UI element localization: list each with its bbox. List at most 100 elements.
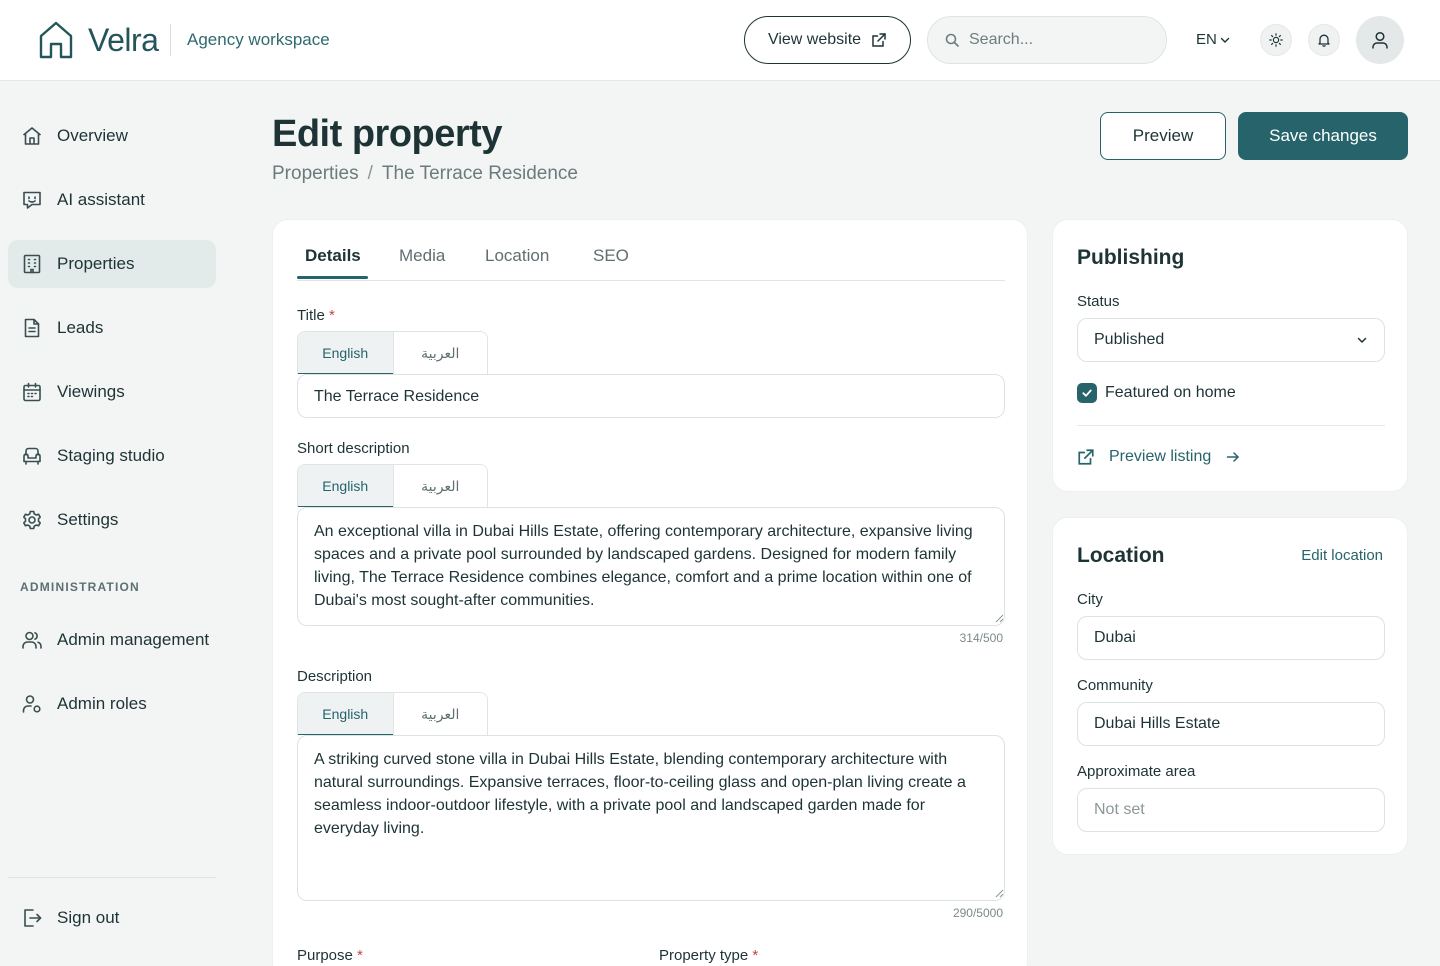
sidebar-divider (8, 877, 216, 878)
house-logo-icon (38, 20, 74, 60)
sidebar-item-leads[interactable]: Leads (8, 304, 216, 352)
brand-divider (170, 24, 171, 56)
external-link-icon (1077, 448, 1095, 466)
short-description-textarea[interactable]: An exceptional villa in Dubai Hills Esta… (297, 507, 1005, 626)
sidebar-item-admin-roles[interactable]: Admin roles (8, 680, 216, 728)
notifications-button[interactable] (1308, 24, 1340, 56)
external-link-icon (871, 32, 887, 48)
short-description-lang-english[interactable]: English (298, 465, 393, 507)
breadcrumb-properties-link[interactable]: Properties (272, 162, 359, 186)
tab-media[interactable]: Media (399, 246, 445, 266)
edit-location-link[interactable]: Edit location (1301, 547, 1383, 564)
purpose-label-text: Purpose (297, 947, 353, 964)
sign-out-label: Sign out (57, 908, 120, 927)
city-input[interactable]: Dubai (1077, 616, 1385, 660)
sidebar-item-viewings[interactable]: Viewings (8, 368, 216, 416)
sidebar-item-staging-studio[interactable]: Staging studio (8, 432, 216, 480)
sidebar-item-label: Settings (57, 510, 119, 529)
view-website-button[interactable]: View website (744, 16, 911, 64)
resize-grip-icon[interactable] (995, 889, 1004, 898)
sidebar-item-label: Admin management (57, 630, 210, 649)
sidebar-item-label: Admin roles (57, 694, 147, 713)
title-input[interactable]: The Terrace Residence (297, 374, 1005, 418)
featured-label[interactable]: Featured on home (1105, 384, 1236, 402)
status-label: Status (1077, 293, 1120, 310)
user-role-icon (21, 693, 43, 715)
featured-checkbox[interactable] (1077, 383, 1097, 403)
title-language-toggle: English العربية (297, 331, 488, 374)
save-changes-button[interactable]: Save changes (1238, 112, 1408, 160)
community-input[interactable]: Dubai Hills Estate (1077, 702, 1385, 746)
calendar-icon (21, 381, 43, 403)
required-mark: * (752, 947, 759, 964)
breadcrumb: Properties / The Terrace Residence (272, 162, 578, 186)
property-type-label: Property type * (659, 947, 758, 965)
approximate-area-input[interactable]: Not set (1077, 788, 1385, 832)
search-input[interactable] (969, 31, 1149, 49)
resize-grip-icon[interactable] (995, 614, 1004, 623)
sidebar-item-label: AI assistant (57, 190, 145, 209)
sign-out-button[interactable]: Sign out (8, 894, 216, 942)
tab-seo[interactable]: SEO (593, 246, 629, 266)
armchair-icon (21, 445, 43, 467)
publishing-card: Publishing Status Published Featured on … (1052, 219, 1408, 492)
document-icon (21, 317, 43, 339)
required-mark: * (328, 307, 335, 324)
admin-section-heading: ADMINISTRATION (20, 580, 140, 594)
bell-icon (1317, 33, 1331, 47)
home-icon (21, 125, 43, 147)
purpose-label: Purpose * (297, 947, 363, 965)
checkmark-icon (1082, 389, 1092, 397)
sidebar-item-overview[interactable]: Overview (8, 112, 216, 160)
gear-icon (21, 509, 43, 531)
breadcrumb-separator: / (367, 163, 373, 184)
sidebar-item-label: Viewings (57, 382, 125, 401)
chat-bot-icon (21, 189, 43, 211)
description-lang-arabic[interactable]: العربية (392, 693, 487, 735)
description-counter: 290/5000 (952, 906, 1003, 920)
sidebar-item-ai-assistant[interactable]: AI assistant (8, 176, 216, 224)
sidebar-item-label: Overview (57, 126, 128, 145)
user-avatar[interactable] (1356, 16, 1404, 64)
brand-name[interactable]: Velra (88, 20, 159, 60)
sidebar-item-properties[interactable]: Properties (8, 240, 216, 288)
preview-listing-label: Preview listing (1109, 448, 1212, 465)
breadcrumb-current: The Terrace Residence (381, 163, 578, 184)
preview-listing-link[interactable]: Preview listing (1077, 448, 1241, 466)
short-description-language-toggle: English العربية (297, 464, 488, 507)
short-description-counter: 314/500 (959, 631, 1003, 645)
chevron-down-icon (1356, 334, 1368, 346)
location-title: Location (1077, 544, 1165, 567)
title-label-text: Title (297, 307, 325, 324)
tab-location[interactable]: Location (485, 246, 549, 266)
active-tab-indicator (297, 276, 368, 279)
city-label: City (1077, 591, 1103, 608)
description-language-toggle: English العربية (297, 692, 488, 735)
short-description-lang-arabic[interactable]: العربية (392, 465, 487, 507)
language-label: EN (1196, 31, 1217, 48)
required-mark: * (357, 947, 363, 964)
tab-details[interactable]: Details (305, 246, 361, 266)
status-select[interactable]: Published (1077, 318, 1385, 362)
users-icon (21, 629, 43, 651)
language-selector[interactable]: EN (1196, 29, 1231, 51)
title-lang-arabic[interactable]: العربية (392, 332, 487, 374)
sign-out-icon (21, 907, 43, 929)
description-textarea[interactable]: A striking curved stone villa in Dubai H… (297, 735, 1005, 901)
location-card: Location Edit location City Dubai Commun… (1052, 517, 1408, 855)
description-lang-english[interactable]: English (298, 693, 393, 735)
search-box[interactable] (927, 16, 1167, 64)
description-label: Description (297, 668, 373, 685)
theme-toggle-button[interactable] (1260, 24, 1292, 56)
sidebar-item-settings[interactable]: Settings (8, 496, 216, 544)
property-type-label-text: Property type (659, 947, 749, 964)
view-website-label: View website (767, 31, 862, 48)
chevron-down-icon (1219, 34, 1231, 46)
title-lang-english[interactable]: English (298, 332, 393, 374)
user-icon (1370, 30, 1390, 50)
publishing-divider (1077, 425, 1385, 426)
sidebar-item-admin-management[interactable]: Admin management (8, 616, 216, 664)
sidebar-item-label: Staging studio (57, 446, 165, 465)
title-label: Title * (297, 307, 335, 325)
preview-button[interactable]: Preview (1100, 112, 1226, 160)
